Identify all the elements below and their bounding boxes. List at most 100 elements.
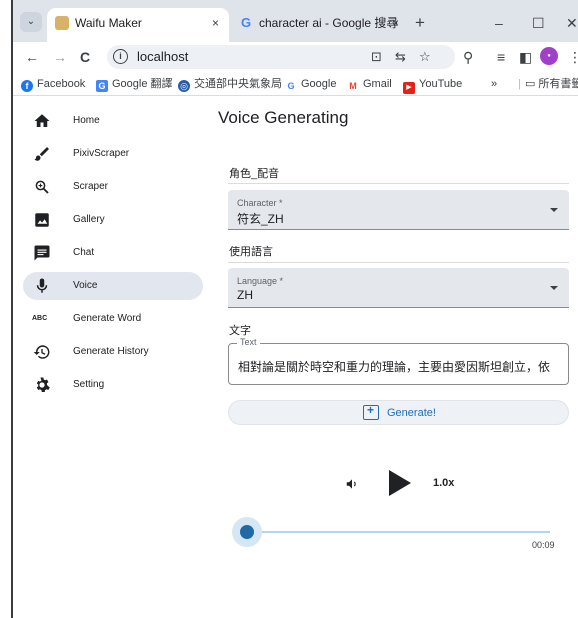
tab-waifu-maker[interactable]: Waifu Maker × bbox=[47, 8, 229, 42]
sidebar-item-setting[interactable]: Setting bbox=[23, 371, 203, 399]
translate-icon: G bbox=[96, 80, 108, 92]
bookmarks-overflow-button[interactable]: » bbox=[491, 72, 497, 96]
duration-label: 00:09 bbox=[532, 540, 555, 550]
gear-icon bbox=[36, 377, 50, 393]
text-input-value[interactable]: 相對論是關於時空和重力的理論，主要由愛因斯坦創立，依 bbox=[238, 358, 563, 375]
sidebar-item-gallery[interactable]: Gallery bbox=[23, 206, 203, 234]
install-app-icon[interactable]: ⊡ bbox=[371, 49, 382, 65]
volume-icon[interactable] bbox=[345, 477, 359, 491]
browser-toolbar: ← → C i localhost ⊡ ⇆ ☆ ⚲ ≡ ◧ ⋮ bbox=[13, 42, 578, 72]
side-panel-icon[interactable]: ◧ bbox=[519, 48, 532, 66]
address-bar[interactable]: i localhost ⊡ ⇆ ☆ bbox=[107, 45, 455, 69]
bookmarks-separator: | bbox=[518, 78, 521, 90]
play-button[interactable] bbox=[389, 470, 411, 496]
new-tab-button[interactable]: + bbox=[415, 8, 425, 38]
reload-button[interactable]: C bbox=[80, 47, 90, 67]
all-bookmarks-button[interactable]: ▭所有書籤 bbox=[525, 72, 578, 96]
tab-close-icon[interactable]: × bbox=[212, 8, 219, 38]
google-icon: G bbox=[287, 81, 295, 91]
dropdown-arrow-icon bbox=[550, 286, 558, 290]
weather-icon: ◎ bbox=[178, 80, 190, 92]
sidebar-item-label: Scraper bbox=[73, 181, 109, 192]
back-button[interactable]: ← bbox=[25, 47, 39, 67]
language-select[interactable]: Language * ZH bbox=[228, 268, 569, 308]
sidebar-item-label: Setting bbox=[73, 379, 105, 390]
character-select-label: Character * bbox=[237, 198, 283, 208]
forward-button[interactable]: → bbox=[53, 47, 67, 67]
text-input[interactable]: Text 相對論是關於時空和重力的理論，主要由愛因斯坦創立，依 bbox=[228, 337, 569, 385]
seek-track[interactable] bbox=[245, 531, 550, 533]
site-info-icon[interactable]: i bbox=[113, 49, 128, 64]
sidebar-item-pixivscraper[interactable]: PixivScraper bbox=[23, 140, 203, 168]
character-section-label: 角色_配音 bbox=[229, 168, 280, 180]
sidebar-item-generate-history[interactable]: Generate History bbox=[23, 338, 203, 366]
gmail-icon: M bbox=[349, 81, 357, 91]
history-icon bbox=[33, 345, 50, 359]
bookmark-label: Gmail bbox=[363, 78, 392, 90]
bookmark-label: Facebook bbox=[37, 78, 86, 90]
extensions-icon[interactable]: ⚲ bbox=[463, 48, 473, 66]
app-sidebar: Home PixivScraper Scraper Gallery Chat V… bbox=[13, 96, 213, 618]
bookmark-label: Google bbox=[301, 78, 337, 90]
browser-window: ⌄ Waifu Maker × G character ai - Google … bbox=[11, 0, 578, 618]
maximize-button[interactable]: ☐ bbox=[532, 8, 545, 38]
sidebar-item-label: Voice bbox=[73, 280, 98, 291]
sidebar-item-generate-word[interactable]: ABC Generate Word bbox=[23, 305, 203, 333]
window-close-button[interactable]: ✕ bbox=[566, 8, 578, 38]
bookmark-google[interactable]: G Google bbox=[285, 72, 336, 96]
brush-icon bbox=[34, 147, 49, 161]
facebook-icon: f bbox=[21, 80, 33, 92]
abc-icon: ABC bbox=[32, 315, 48, 322]
profile-avatar[interactable]: ● bbox=[540, 47, 558, 65]
tab-character-ai-search[interactable]: G character ai - Google 搜尋 × bbox=[231, 8, 409, 42]
sidebar-item-label: Gallery bbox=[73, 214, 105, 225]
browser-menu-icon[interactable]: ⋮ bbox=[568, 48, 578, 66]
bookmark-label: Google 翻譯 bbox=[112, 78, 173, 90]
tab-title: character ai - Google 搜尋 bbox=[259, 16, 399, 30]
bookmark-star-icon[interactable]: ☆ bbox=[419, 49, 431, 65]
bookmark-label: 交通部中央氣象局 bbox=[194, 78, 282, 90]
sidebar-item-label: Generate History bbox=[73, 346, 149, 357]
sidebar-item-label: PixivScraper bbox=[73, 148, 130, 159]
sidebar-item-label: Generate Word bbox=[73, 313, 142, 324]
character-select-value: 符玄_ZH bbox=[237, 212, 284, 226]
bookmark-google-translate[interactable]: G Google 翻譯 bbox=[96, 72, 173, 96]
bookmark-label: 所有書籤 bbox=[538, 78, 578, 90]
folder-icon: ▭ bbox=[525, 78, 536, 90]
seek-thumb[interactable] bbox=[240, 525, 254, 539]
magnifier-icon bbox=[35, 180, 49, 194]
sidebar-item-scraper[interactable]: Scraper bbox=[23, 173, 203, 201]
sidebar-item-home[interactable]: Home bbox=[23, 107, 203, 135]
sidebar-item-chat[interactable]: Chat bbox=[23, 239, 203, 267]
home-icon bbox=[34, 114, 50, 127]
generate-button-label: Generate! bbox=[387, 407, 436, 419]
language-select-label: Language * bbox=[237, 276, 284, 286]
minimize-button[interactable]: – bbox=[495, 8, 503, 38]
reading-list-icon[interactable]: ≡ bbox=[497, 48, 505, 66]
divider bbox=[228, 183, 569, 184]
tab-strip: ⌄ Waifu Maker × G character ai - Google … bbox=[13, 0, 578, 42]
youtube-icon: ▶ bbox=[403, 82, 415, 94]
sidebar-item-label: Chat bbox=[73, 247, 95, 258]
language-select-value: ZH bbox=[237, 288, 253, 302]
sidebar-item-voice[interactable]: Voice bbox=[23, 272, 203, 300]
add-comment-icon bbox=[363, 403, 379, 420]
translate-page-icon[interactable]: ⇆ bbox=[395, 49, 406, 65]
url-text[interactable]: localhost bbox=[137, 45, 188, 69]
bookmark-gmail[interactable]: M Gmail bbox=[347, 72, 392, 96]
bookmarks-bar: f Facebook G Google 翻譯 ◎ 交通部中央氣象局 G Google M… bbox=[13, 72, 578, 96]
playback-speed-button[interactable]: 1.0x bbox=[433, 477, 454, 489]
character-select[interactable]: Character * 符玄_ZH bbox=[228, 190, 569, 230]
tab-search-button[interactable]: ⌄ bbox=[20, 12, 42, 32]
divider bbox=[228, 262, 569, 263]
tab-close-icon[interactable]: × bbox=[392, 8, 399, 38]
generate-button[interactable]: Generate! bbox=[228, 400, 569, 425]
dropdown-arrow-icon bbox=[550, 208, 558, 212]
bookmark-youtube[interactable]: ▶ YouTube bbox=[403, 72, 462, 96]
bookmark-facebook[interactable]: f Facebook bbox=[21, 72, 85, 96]
bookmark-cwb[interactable]: ◎ 交通部中央氣象局 bbox=[178, 72, 282, 96]
tab-title: Waifu Maker bbox=[75, 16, 142, 30]
text-section-label: 文字 bbox=[229, 325, 251, 337]
bookmark-label: YouTube bbox=[419, 78, 463, 90]
image-icon bbox=[35, 213, 49, 227]
